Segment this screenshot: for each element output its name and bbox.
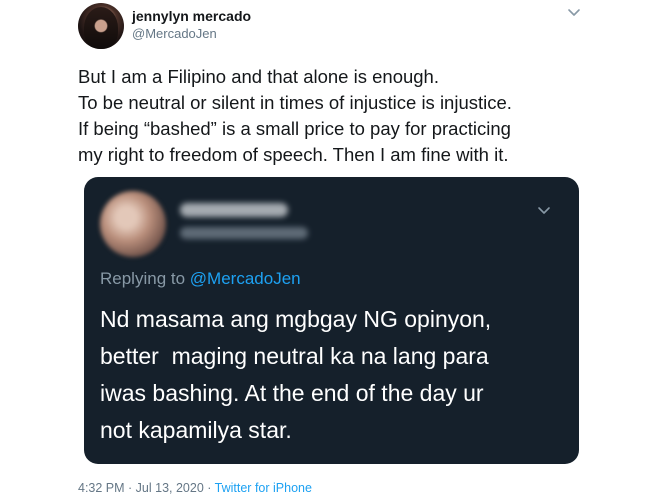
chevron-down-icon[interactable]: [567, 6, 581, 20]
replying-to-label: Replying to: [100, 269, 186, 288]
replying-to-mention-link[interactable]: @MercadoJen: [190, 269, 301, 288]
tweet-text-line: To be neutral or silent in times of inju…: [78, 92, 512, 113]
quoted-tweet[interactable]: Replying to @MercadoJen Nd masama ang mg…: [84, 177, 579, 464]
tweet-text-line: If being “bashed” is a small price to pa…: [78, 118, 511, 139]
quoted-author-avatar[interactable]: [100, 191, 166, 257]
tweet-source-link[interactable]: Twitter for iPhone: [215, 481, 312, 495]
tweet-meta: 4:32 PM · Jul 13, 2020 · Twitter for iPh…: [78, 481, 312, 495]
quoted-author-name-blurred: [180, 203, 288, 217]
tweet-timestamp[interactable]: 4:32 PM · Jul 13, 2020 ·: [78, 481, 215, 495]
quoted-tweet-text: Nd masama ang mgbgay NG opinyon, better …: [100, 301, 570, 449]
tweet-card: jennylyn mercado @MercadoJen But I am a …: [0, 0, 660, 500]
replying-to-line: Replying to @MercadoJen: [100, 269, 301, 289]
quoted-text-line: iwas bashing. At the end of the day ur: [100, 380, 484, 406]
tweet-text-line: my right to freedom of speech. Then I am…: [78, 144, 509, 165]
quoted-text-line: Nd masama ang mgbgay NG opinyon,: [100, 306, 492, 332]
author-display-name[interactable]: jennylyn mercado: [132, 8, 251, 24]
tweet-text-line: But I am a Filipino and that alone is en…: [78, 66, 439, 87]
quoted-author-handle-blurred: [180, 227, 308, 239]
quoted-text-line: not kapamilya star.: [100, 417, 292, 443]
chevron-down-icon[interactable]: [537, 204, 551, 218]
author-avatar[interactable]: [78, 3, 124, 49]
avatar-photo: [84, 7, 118, 49]
quoted-text-line: better maging neutral ka na lang para: [100, 343, 489, 369]
tweet-text: But I am a Filipino and that alone is en…: [78, 64, 598, 168]
author-handle[interactable]: @MercadoJen: [132, 26, 217, 41]
